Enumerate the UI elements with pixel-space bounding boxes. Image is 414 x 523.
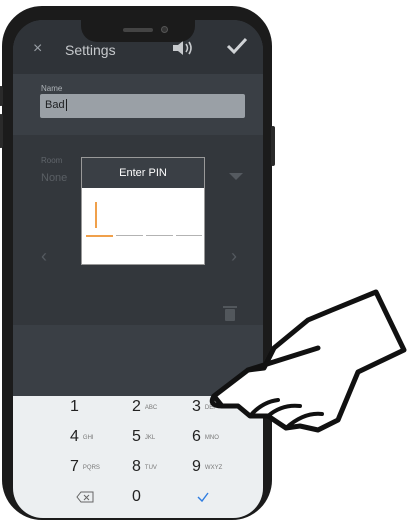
front-camera <box>161 26 168 33</box>
key-4[interactable]: 4 GHI <box>70 428 94 456</box>
pin-digit-slot[interactable] <box>116 235 143 236</box>
pointing-hand-icon <box>209 289 407 433</box>
name-value: Bad <box>45 99 65 111</box>
check-icon[interactable] <box>225 36 249 56</box>
earpiece <box>123 28 153 32</box>
pin-caret <box>95 202 97 228</box>
key-1[interactable]: 1 <box>70 398 83 426</box>
pin-digit-slot[interactable] <box>86 235 113 237</box>
pin-dialog: Enter PIN <box>81 157 205 265</box>
backspace-icon[interactable] <box>76 491 94 503</box>
text-cursor <box>65 99 67 112</box>
power-button <box>271 126 275 166</box>
app-header: × Settings <box>13 20 263 74</box>
chevron-down-icon[interactable] <box>223 166 249 186</box>
key-8[interactable]: 8 TUV <box>132 458 157 486</box>
close-icon[interactable]: × <box>33 40 42 58</box>
key-0[interactable]: 0 <box>132 488 141 516</box>
key-5[interactable]: 5 JKL <box>132 428 155 456</box>
key-9[interactable]: 9 WXYZ <box>192 458 222 486</box>
done-check-icon[interactable] <box>196 491 210 503</box>
key-7[interactable]: 7 PQRS <box>70 458 100 486</box>
key-2[interactable]: 2 ABC <box>132 398 157 426</box>
pin-digit-slot[interactable] <box>146 235 173 236</box>
notch <box>81 20 195 42</box>
chevron-right-icon[interactable]: › <box>231 246 237 267</box>
name-label: Name <box>41 84 63 93</box>
pin-digit-slot[interactable] <box>176 235 202 236</box>
volume-button-up <box>0 86 3 106</box>
room-label: Room <box>41 156 63 165</box>
room-select[interactable]: None <box>41 172 67 184</box>
page-title: Settings <box>65 42 116 58</box>
name-input[interactable]: Bad <box>40 94 245 118</box>
pin-dialog-title: Enter PIN <box>82 158 204 188</box>
volume-button-down <box>0 114 3 148</box>
chevron-left-icon[interactable]: ‹ <box>41 246 47 267</box>
